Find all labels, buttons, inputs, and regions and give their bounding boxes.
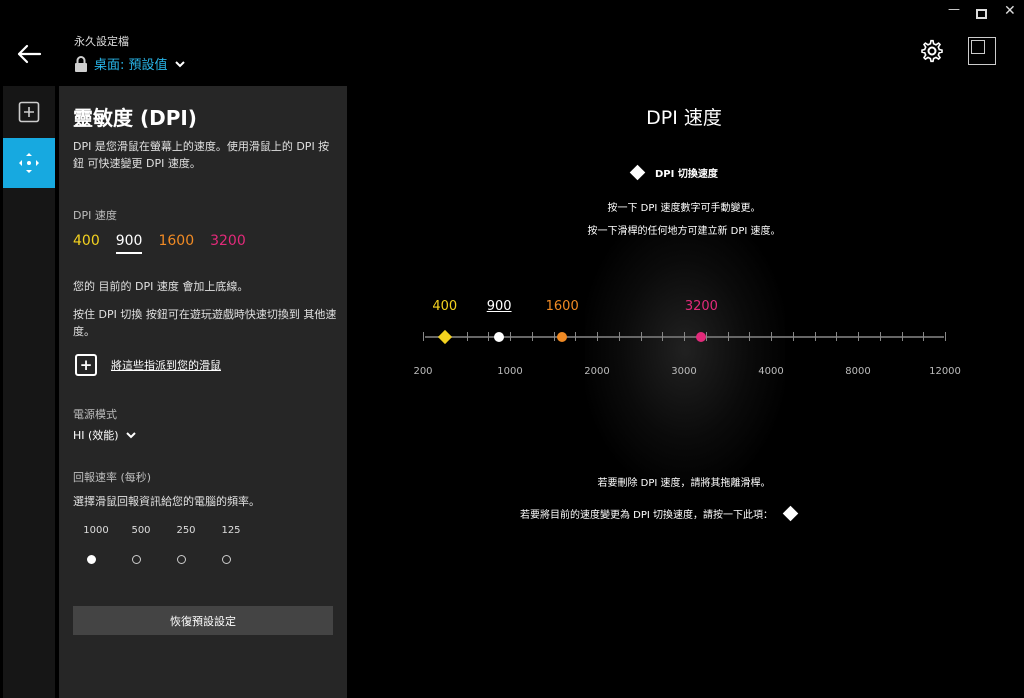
- slider-tick: [553, 332, 555, 341]
- power-mode-value: HI (效能): [73, 429, 119, 442]
- dpi-speed-label: DPI 速度: [73, 209, 117, 222]
- dpi-marker[interactable]: [696, 332, 707, 342]
- slider-tick: [531, 332, 533, 341]
- dpi-marker-label[interactable]: 3200: [685, 299, 718, 314]
- chevron-down-icon: [125, 432, 136, 439]
- report-rate-option-label: 1000: [83, 525, 109, 536]
- slider-tick: [466, 332, 468, 341]
- lock-icon: [75, 55, 87, 72]
- slider-tick: [858, 332, 859, 341]
- main-title: DPI 速度: [646, 107, 722, 129]
- slider-axis-label: 200: [413, 366, 433, 377]
- instruction-1: 按一下 DPI 速度數字可手動變更。: [607, 203, 761, 214]
- profile-caption: 永久設定檔: [74, 35, 129, 48]
- dpi-shift-legend: DPI 切換速度: [629, 164, 718, 181]
- slider-axis-label: 12000: [929, 366, 961, 377]
- gear-icon: [921, 39, 943, 63]
- report-rate-option-label: 250: [176, 525, 196, 536]
- chevron-down-icon: [174, 60, 185, 67]
- report-rate-option-label: 125: [221, 525, 241, 536]
- instruction-2: 按一下滑桿的任何地方可建立新 DPI 速度。: [587, 226, 781, 237]
- assign-to-mouse-label: 將這些指派到您的滑鼠: [111, 359, 221, 372]
- sidebar-item-sensitivity[interactable]: [3, 138, 55, 188]
- arrow-left-icon: [17, 44, 42, 64]
- slider-tick: [945, 332, 946, 341]
- dpi-value-1[interactable]: 400: [73, 233, 100, 254]
- dpi-value-2-current[interactable]: 900: [115, 233, 143, 254]
- make-shift-row: 若要將目前的速度變更為 DPI 切換速度，請按一下此項：: [520, 505, 799, 522]
- profile-selector[interactable]: 桌面: 預設值: [74, 54, 186, 73]
- slider-tick: [423, 332, 424, 341]
- restore-defaults-button[interactable]: 恢復預設設定: [73, 606, 333, 635]
- slider-tick: [618, 332, 620, 341]
- plus-icon: +: [75, 354, 97, 376]
- sidebar-strip: [3, 86, 55, 698]
- slider-tick: [836, 332, 838, 341]
- dpi-marker[interactable]: [557, 332, 568, 342]
- report-rate-radio-125[interactable]: [222, 555, 231, 564]
- slider-axis-label: 2000: [584, 366, 610, 377]
- dpi-value-list: 400 900 1600 3200: [73, 233, 246, 254]
- move-arrows-icon: [19, 153, 39, 173]
- set-shift-speed-button[interactable]: [782, 505, 799, 522]
- slider-tick: [727, 332, 729, 341]
- plus-box-icon: [18, 101, 40, 123]
- slider-tick: [901, 332, 903, 341]
- window-minimize-button[interactable]: —: [948, 2, 960, 16]
- report-rate-radio-500[interactable]: [132, 555, 141, 564]
- panel-title: 靈敏度 (DPI): [73, 106, 197, 130]
- slider-axis-label: 8000: [845, 366, 871, 377]
- slider-tick: [792, 332, 794, 341]
- report-rate-radio-1000[interactable]: [87, 555, 96, 564]
- window-close-button[interactable]: ✕: [1004, 3, 1016, 19]
- slider-tick: [640, 332, 642, 341]
- window-maximize-button[interactable]: [976, 9, 987, 19]
- report-rate-radio-250[interactable]: [177, 555, 186, 564]
- slider-tick: [684, 332, 685, 341]
- sensitivity-panel: 靈敏度 (DPI) DPI 是您滑鼠在螢幕上的速度。使用滑鼠上的 DPI 按鈕 …: [59, 86, 347, 698]
- dpi-value-3[interactable]: 1600: [158, 233, 194, 254]
- slider-tick: [510, 332, 511, 341]
- slider-tick: [879, 332, 881, 341]
- panel-description: DPI 是您滑鼠在螢幕上的速度。使用滑鼠上的 DPI 按鈕 可快速變更 DPI …: [73, 140, 330, 170]
- sidebar-item-add[interactable]: [3, 87, 55, 137]
- assign-to-mouse-button[interactable]: + 將這些指派到您的滑鼠: [75, 354, 221, 376]
- dpi-marker-label[interactable]: 400: [432, 299, 457, 314]
- dpi-shift-note: 按住 DPI 切換 按鈕可在遊玩遊戲時快速切換到 其他速度。: [73, 308, 337, 338]
- current-dpi-note: 您的 目前的 DPI 速度 會加上底線。: [73, 280, 249, 293]
- report-rate-description: 選擇滑鼠回報資訊給您的電腦的頻率。: [73, 495, 260, 508]
- slider-axis-label: 4000: [758, 366, 784, 377]
- power-mode-dropdown[interactable]: HI (效能): [73, 427, 137, 443]
- dpi-shift-label: DPI 切換速度: [655, 169, 718, 180]
- make-shift-note: 若要將目前的速度變更為 DPI 切換速度，請按一下此項：: [520, 510, 774, 521]
- slider-axis-label: 3000: [671, 366, 697, 377]
- slider-tick: [814, 332, 816, 341]
- dpi-marker-label[interactable]: 1600: [546, 299, 579, 314]
- dpi-shift-marker[interactable]: [437, 329, 452, 345]
- slider-tick: [597, 332, 598, 341]
- report-rate-option-label: 500: [131, 525, 151, 536]
- dpi-marker-label[interactable]: 900: [487, 299, 512, 314]
- slider-tick: [488, 332, 490, 341]
- slider-tick: [749, 332, 751, 341]
- settings-button[interactable]: [920, 39, 944, 63]
- slider-tick: [662, 332, 664, 341]
- slider-tick: [771, 332, 772, 341]
- back-button[interactable]: [16, 42, 42, 66]
- power-mode-label: 電源模式: [73, 408, 117, 421]
- profile-name: 桌面: 預設值: [94, 58, 168, 73]
- device-view-button[interactable]: [968, 37, 996, 65]
- slider-axis-label: 1000: [497, 366, 523, 377]
- delete-dpi-note: 若要刪除 DPI 速度，請將其拖離滑桿。: [597, 478, 771, 489]
- dpi-slider[interactable]: 200 1000 2000 3000 4000 8000 12000 400 900 1600 32…: [413, 296, 960, 386]
- slider-tick: [923, 332, 925, 341]
- report-rate-label: 回報速率 (每秒): [73, 471, 152, 484]
- dpi-value-4[interactable]: 3200: [210, 233, 246, 254]
- diamond-icon: [629, 164, 646, 181]
- dpi-marker[interactable]: [494, 332, 505, 342]
- slider-tick: [575, 332, 577, 341]
